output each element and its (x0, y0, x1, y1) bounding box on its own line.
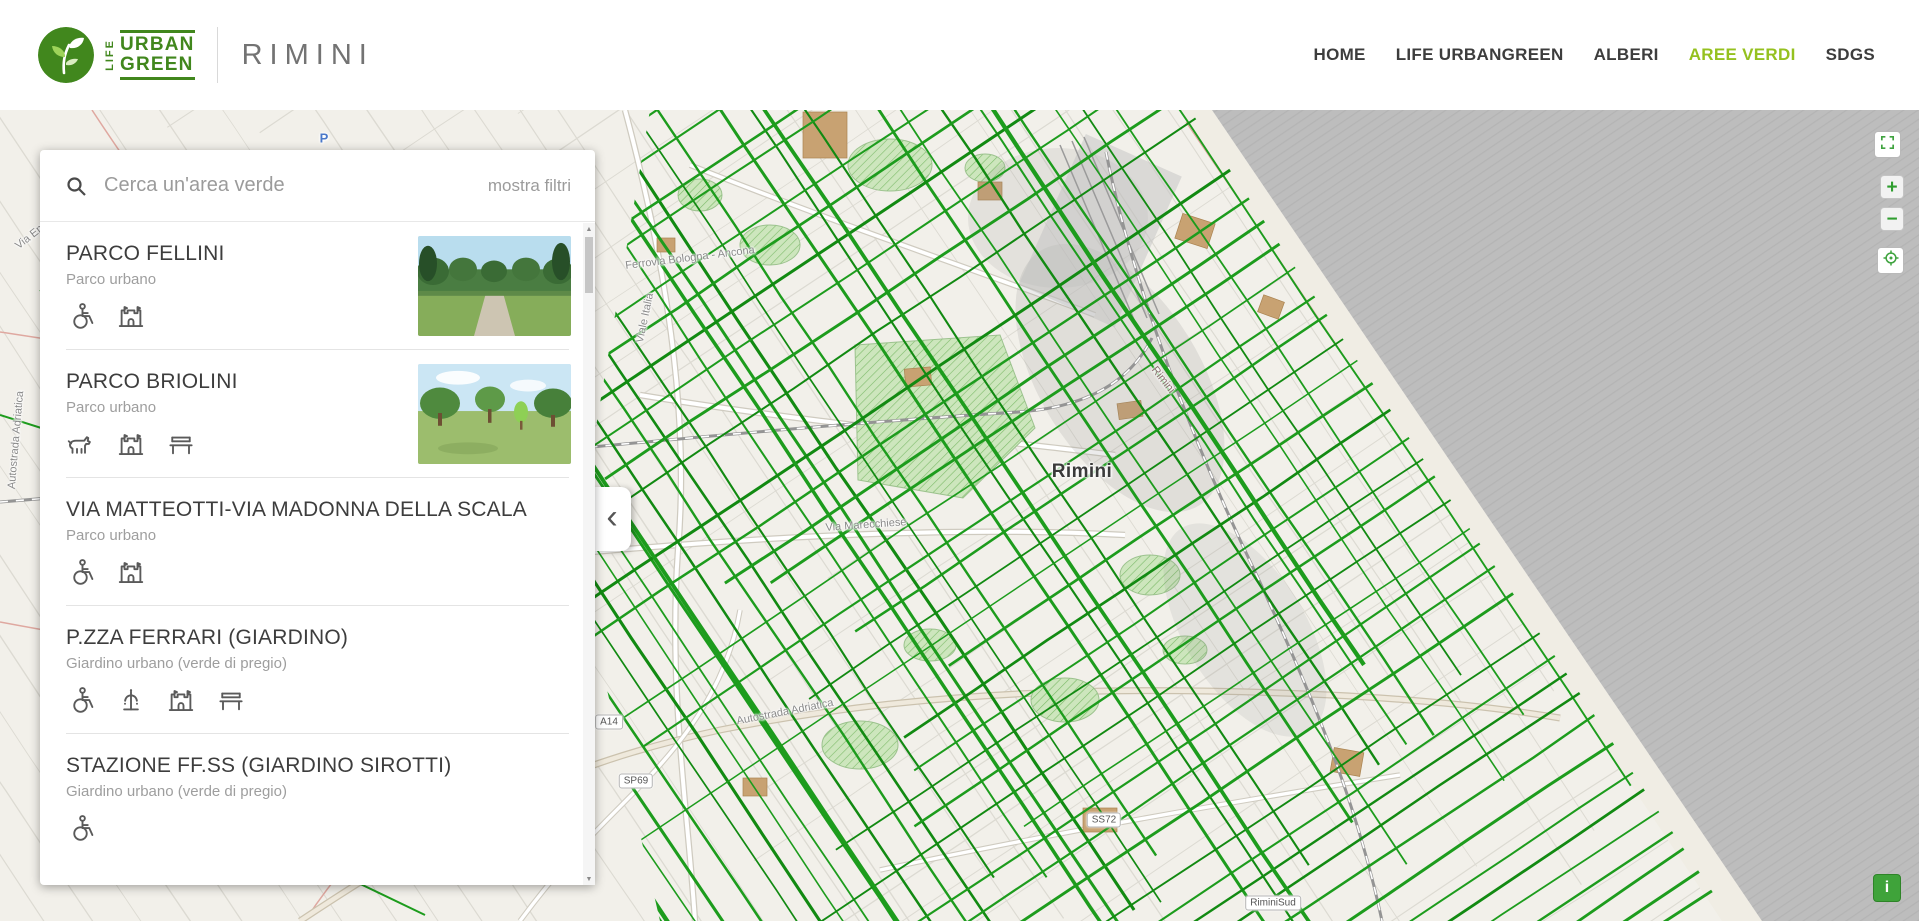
accessible-icon (66, 557, 96, 587)
logo-urbangreen-text: URBAN GREEN (120, 30, 195, 80)
main-nav: HOME LIFE URBANGREEN ALBERI AREE VERDI SDGS (1314, 45, 1876, 65)
nav-item-sdgs[interactable]: SDGS (1826, 45, 1875, 65)
bench-icon (216, 685, 246, 715)
area-photo-thumbnail (418, 364, 571, 464)
area-amenity-icons (66, 813, 569, 843)
accessible-icon (66, 813, 96, 843)
site-city-name: RIMINI (217, 27, 374, 83)
area-list-item-parco-fellini[interactable]: PARCO FELLINIParco urbano (40, 222, 595, 349)
header: LIFE URBAN GREEN RIMINI HOME LIFE URBANGR… (0, 0, 1919, 110)
search-icon (64, 174, 88, 198)
nav-item-aree-verdi[interactable]: AREE VERDI (1689, 45, 1796, 65)
area-category: Giardino urbano (verde di pregio) (66, 655, 569, 672)
info-button[interactable]: i (1873, 874, 1901, 902)
area-list-item-stazione-ff-ss-giardino-sirotti[interactable]: STAZIONE FF.SS (GIARDINO SIROTTI) Giardin… (40, 734, 595, 861)
zoom-out-button[interactable]: − (1880, 207, 1904, 231)
dog-area-icon (66, 429, 96, 459)
accessible-icon (66, 301, 96, 331)
nav-item-alberi[interactable]: ALBERI (1594, 45, 1659, 65)
playground-icon (116, 429, 146, 459)
area-category: Giardino urbano (verde di pregio) (66, 783, 569, 800)
areas-list: PARCO FELLINIParco urbanoPARCO BRIOLINIP… (40, 222, 595, 884)
area-title: STAZIONE FF.SS (GIARDINO SIROTTI) (66, 754, 569, 778)
area-list-item-parco-briolini[interactable]: PARCO BRIOLINIParco urbano (40, 350, 595, 477)
area-amenity-icons (66, 557, 569, 587)
playground-icon (116, 301, 146, 331)
zoom-in-button[interactable]: + (1880, 175, 1904, 199)
area-photo-thumbnail (418, 236, 571, 336)
area-title: P.ZZA FERRARI (GIARDINO) (66, 626, 569, 650)
nav-item-home[interactable]: HOME (1314, 45, 1366, 65)
search-bar: mostra filtri (40, 150, 595, 222)
playground-icon (116, 557, 146, 587)
locate-button[interactable] (1877, 247, 1904, 274)
site-logo[interactable]: LIFE URBAN GREEN RIMINI (38, 27, 374, 83)
accessible-icon (66, 685, 96, 715)
logo-urban: URBAN (120, 35, 195, 55)
life-urbangreen-logo-icon (38, 27, 94, 83)
fullscreen-button[interactable] (1874, 131, 1901, 158)
playground-icon (166, 685, 196, 715)
area-amenity-icons (66, 685, 569, 715)
locate-icon (1882, 249, 1900, 272)
logo-life-text: LIFE (104, 39, 116, 71)
area-list-item-via-matteotti-via-madonna-della-scala[interactable]: VIA MATTEOTTI-VIA MADONNA DELLA SCALA Par… (40, 478, 595, 605)
area-list-item-p-zza-ferrari-giardino[interactable]: P.ZZA FERRARI (GIARDINO) Giardino urbano … (40, 606, 595, 733)
scroll-up-arrow[interactable]: ▲ (583, 223, 595, 235)
scroll-down-arrow[interactable]: ▼ (583, 873, 595, 885)
nav-item-life-urbangreen[interactable]: LIFE URBANGREEN (1396, 45, 1564, 65)
search-input[interactable] (102, 173, 476, 198)
panel-collapse-button[interactable]: ‹ (593, 487, 631, 551)
show-filters-link[interactable]: mostra filtri (488, 176, 571, 196)
scrollbar-thumb[interactable] (585, 237, 593, 293)
logo-green: GREEN (120, 55, 195, 75)
fullscreen-icon (1879, 134, 1896, 156)
fountain-icon (116, 685, 146, 715)
area-category: Parco urbano (66, 527, 569, 544)
bench-icon (166, 429, 196, 459)
list-scrollbar[interactable]: ▲ ▼ (583, 223, 595, 885)
areas-panel: mostra filtri PARCO FELLINIParco urbanoP… (40, 150, 595, 885)
area-title: VIA MATTEOTTI-VIA MADONNA DELLA SCALA (66, 498, 569, 522)
